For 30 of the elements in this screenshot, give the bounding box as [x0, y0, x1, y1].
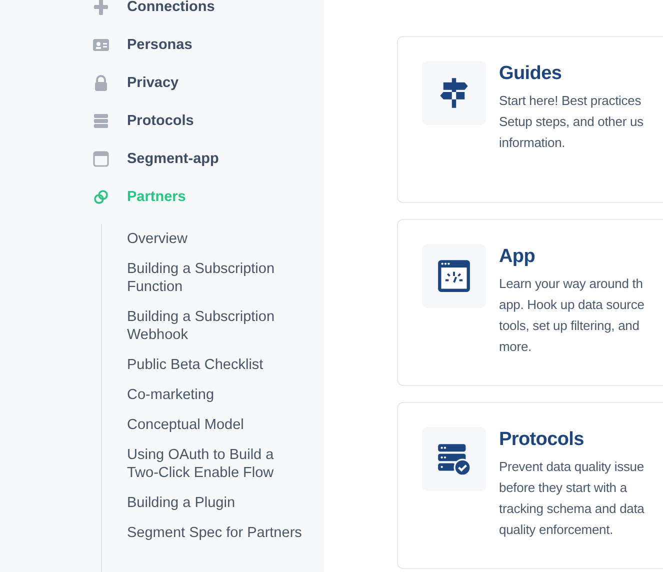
lock-icon [93, 75, 109, 91]
subnav-item[interactable]: Building a Plugin [127, 488, 307, 518]
browser-icon [93, 151, 109, 167]
subnav-item[interactable]: Building a Subscription Function [127, 254, 307, 302]
card-title: App [499, 246, 536, 268]
card-description: Learn your way around th app. Hook up data source tools, set up filtering, and more. [499, 275, 644, 356]
subnav-item[interactable]: Building a Subscription Webhook [127, 302, 307, 350]
card-title: Protocols [499, 429, 585, 451]
subnav-item[interactable]: Co-marketing [127, 380, 307, 410]
card-description: Prevent data quality issue before they start with a tracking schema and data quality enforcement. [499, 458, 644, 539]
id-card-icon [93, 37, 109, 53]
server-icon [93, 113, 109, 129]
subnav-item[interactable]: Segment Spec for Partners [127, 518, 307, 548]
nav-item[interactable]: Privacy [93, 64, 324, 102]
nav-item[interactable]: Segment-app [93, 140, 324, 178]
nav-item[interactable]: Connections [93, 0, 324, 26]
card-description: Start here! Best practices Setup steps, and other us information. [499, 92, 644, 152]
nav-item[interactable]: Protocols [93, 102, 324, 140]
card[interactable]: Guides Start here! Best practices Setup steps, and other us information. [397, 36, 663, 203]
server-check-icon [437, 442, 471, 476]
link-icon [93, 189, 109, 205]
card[interactable]: Protocols Prevent data quality issue before they start with a tracking schema and data quality enforcement. [397, 402, 663, 569]
subnav-item[interactable]: Overview [127, 224, 307, 254]
browser-icon [437, 259, 471, 293]
card[interactable]: App Learn your way around th app. Hook up data source tools, set up filtering, and more. [397, 219, 663, 386]
nav-item[interactable]: Personas [93, 26, 324, 64]
subnav-item[interactable]: Conceptual Model [127, 410, 307, 440]
subnav-item[interactable]: Using OAuth to Build a Two-Click Enable Flow [127, 440, 307, 488]
subnav-item[interactable]: Public Beta Checklist [127, 350, 307, 380]
card-title: Guides [499, 63, 563, 85]
